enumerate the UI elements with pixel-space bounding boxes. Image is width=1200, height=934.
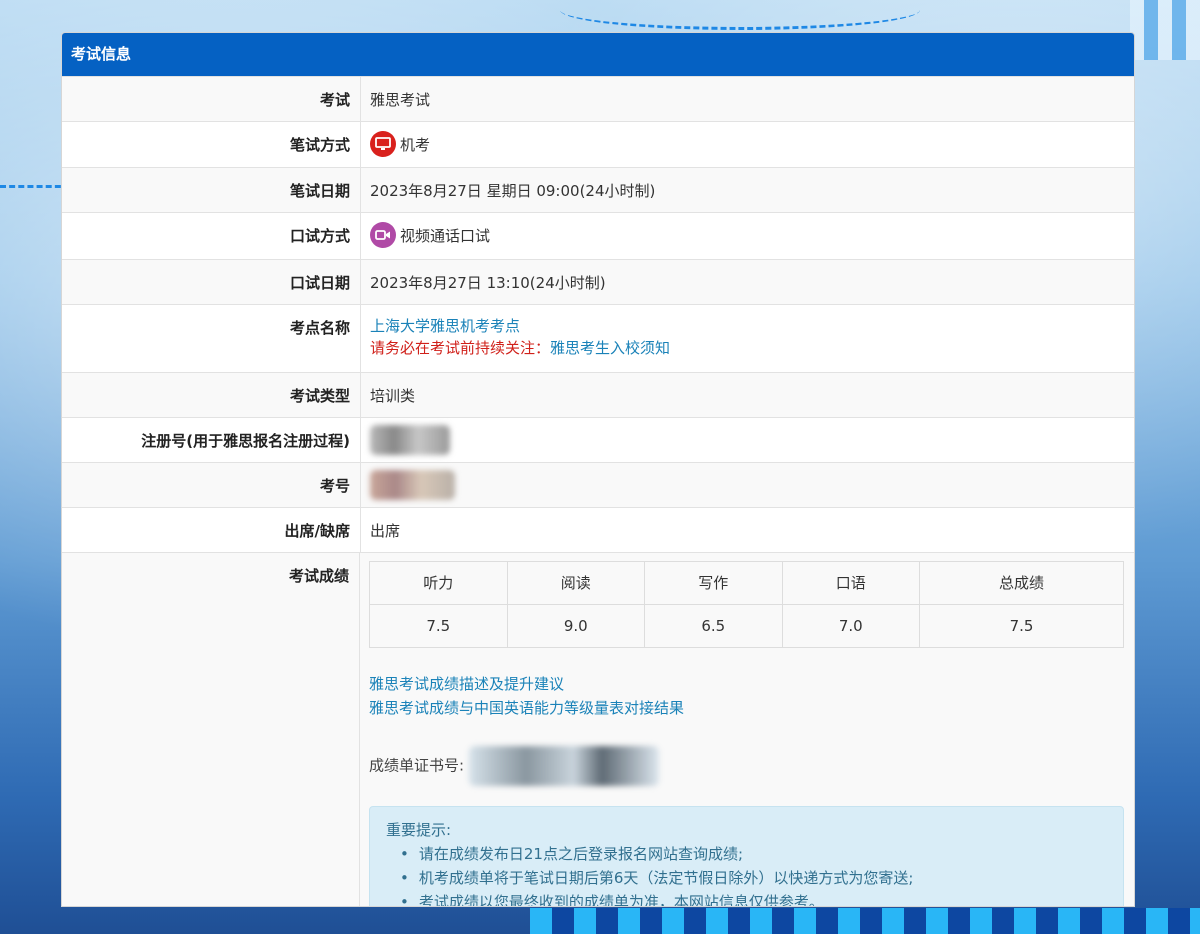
row-value: 出席 <box>370 522 401 540</box>
row-exam: 考试 雅思考试 <box>62 76 1134 121</box>
admission-notice-link[interactable]: 雅思考生入校须知 <box>550 339 670 357</box>
important-notice: 重要提示: 请在成绩发布日21点之后登录报名网站查询成绩; 机考成绩单将于笔试日… <box>369 806 1124 906</box>
row-value <box>361 463 1134 507</box>
row-value: 机考 <box>361 122 1134 167</box>
score-header-listening: 听力 <box>369 561 508 605</box>
row-value: 2023年8月27日 星期日 09:00(24小时制) <box>370 182 656 200</box>
background-checker-pattern <box>530 908 1200 934</box>
notice-item: 请在成绩发布日21点之后登录报名网站查询成绩; <box>400 842 1107 866</box>
row-value: 上海大学雅思机考考点 请务必在考试前持续关注：雅思考生入校须知 <box>361 305 1134 372</box>
redacted-value <box>468 746 659 786</box>
row-value: 视频通话口试 <box>361 213 1134 259</box>
notice-list: 请在成绩发布日21点之后登录报名网站查询成绩; 机考成绩单将于笔试日期后第6天（… <box>386 842 1107 906</box>
background-checker-pattern <box>1130 0 1200 60</box>
row-label: 考号 <box>62 463 361 507</box>
row-label: 考点名称 <box>62 305 361 372</box>
notice-item: 机考成绩单将于笔试日期后第6天（法定节假日除外）以快递方式为您寄送; <box>400 866 1107 890</box>
certificate-number: 成绩单证书号: <box>369 746 1124 786</box>
score-reading: 9.0 <box>506 604 645 648</box>
score-header-reading: 阅读 <box>506 561 645 605</box>
test-center-link[interactable]: 上海大学雅思机考考点 <box>370 315 1124 337</box>
row-label: 考试成绩 <box>62 553 360 906</box>
row-value: 培训类 <box>370 387 416 405</box>
row-label: 考试 <box>62 77 361 121</box>
background-decoration <box>0 185 70 188</box>
row-oral-mode: 口试方式 视频通话口试 <box>62 212 1134 259</box>
redacted-value <box>370 470 455 500</box>
row-value <box>361 418 1134 462</box>
score-value-row: 7.5 9.0 6.5 7.0 7.5 <box>369 604 1124 648</box>
row-test-center: 考点名称 上海大学雅思机考考点 请务必在考试前持续关注：雅思考生入校须知 <box>62 304 1134 372</box>
score-header-writing: 写作 <box>644 561 783 605</box>
score-overall: 7.5 <box>919 604 1124 648</box>
row-label: 口试方式 <box>62 213 361 259</box>
exam-info-panel: 考试信息 考试 雅思考试 笔试方式 机考 笔试日期 2023年8月27日 星期日… <box>61 32 1135 907</box>
row-exam-type: 考试类型 培训类 <box>62 372 1134 417</box>
row-label: 笔试方式 <box>62 122 361 167</box>
row-value: 2023年8月27日 13:10(24小时制) <box>370 274 606 292</box>
notice-warning-text: 请务必在考试前持续关注： <box>370 339 551 357</box>
certificate-label: 成绩单证书号: <box>369 756 465 775</box>
row-label: 注册号(用于雅思报名注册过程) <box>62 418 361 462</box>
row-registration-number: 注册号(用于雅思报名注册过程) <box>62 417 1134 462</box>
row-value: 听力 阅读 写作 口语 总成绩 7.5 9.0 6.5 7.0 7.5 雅思考试… <box>360 553 1134 906</box>
info-rows: 考试 雅思考试 笔试方式 机考 笔试日期 2023年8月27日 星期日 09:0… <box>62 76 1134 906</box>
written-mode-text: 机考 <box>400 136 431 154</box>
score-mapping-link[interactable]: 雅思考试成绩与中国英语能力等级量表对接结果 <box>369 696 1124 720</box>
score-listening: 7.5 <box>369 604 508 648</box>
oral-mode-text: 视频通话口试 <box>400 227 491 245</box>
row-oral-date: 口试日期 2023年8月27日 13:10(24小时制) <box>62 259 1134 304</box>
score-links: 雅思考试成绩描述及提升建议 雅思考试成绩与中国英语能力等级量表对接结果 <box>369 672 1124 720</box>
test-center-notice: 请务必在考试前持续关注：雅思考生入校须知 <box>370 337 1124 359</box>
score-header-overall: 总成绩 <box>919 561 1124 605</box>
row-attendance: 出席/缺席 出席 <box>62 507 1134 552</box>
row-written-mode: 笔试方式 机考 <box>62 121 1134 167</box>
score-writing: 6.5 <box>644 604 783 648</box>
row-label: 口试日期 <box>62 260 361 304</box>
background-decoration <box>560 0 920 30</box>
row-candidate-number: 考号 <box>62 462 1134 507</box>
panel-title: 考试信息 <box>62 33 1134 76</box>
notice-title: 重要提示: <box>386 821 452 839</box>
row-value: 雅思考试 <box>370 91 431 109</box>
row-label: 考试类型 <box>62 373 361 417</box>
row-label: 笔试日期 <box>62 168 361 212</box>
score-table: 听力 阅读 写作 口语 总成绩 7.5 9.0 6.5 7.0 7.5 <box>369 561 1124 648</box>
computer-icon <box>370 130 396 157</box>
score-description-link[interactable]: 雅思考试成绩描述及提升建议 <box>369 672 1124 696</box>
row-scores: 考试成绩 听力 阅读 写作 口语 总成绩 7.5 9.0 6.5 7.0 7.5… <box>62 552 1134 906</box>
score-header-row: 听力 阅读 写作 口语 总成绩 <box>369 561 1124 605</box>
score-header-speaking: 口语 <box>781 561 920 605</box>
score-speaking: 7.0 <box>781 604 920 648</box>
video-camera-icon <box>370 221 396 248</box>
row-label: 出席/缺席 <box>62 508 361 552</box>
notice-item: 考试成绩以您最终收到的成绩单为准，本网站信息仅供参考。 <box>400 890 1107 906</box>
row-written-date: 笔试日期 2023年8月27日 星期日 09:00(24小时制) <box>62 167 1134 212</box>
redacted-value <box>370 425 450 455</box>
